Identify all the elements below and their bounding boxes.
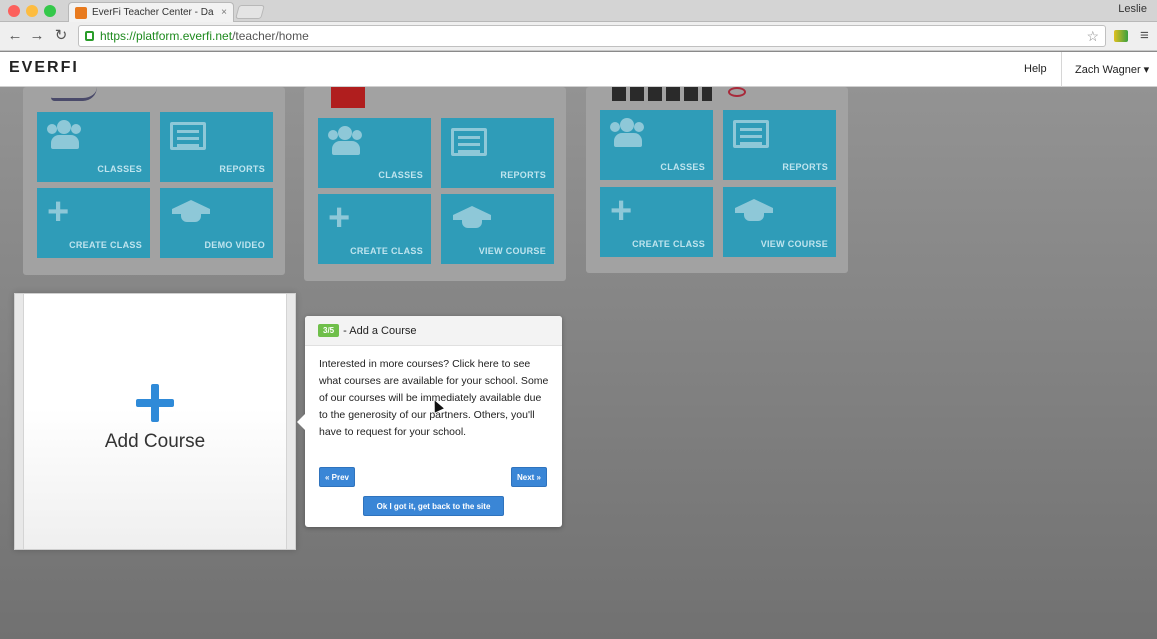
popover-header: 3/5 - Add a Course: [305, 316, 562, 346]
tile-label: CLASSES: [660, 162, 705, 172]
people-icon: [610, 118, 646, 148]
course-logo: [51, 87, 97, 101]
forward-arrow-icon[interactable]: →: [28, 27, 46, 45]
url-secure-part: https://platform.everfi.net: [100, 29, 233, 43]
help-link[interactable]: Help: [1024, 63, 1047, 75]
app-header: EVERFI Help Zach Wagner ▾: [0, 52, 1157, 87]
tile-view-course[interactable]: VIEW COURSE: [723, 187, 836, 257]
dismiss-tour-button[interactable]: Ok I got it, get back to the site: [363, 496, 504, 516]
tile-label: REPORTS: [219, 164, 265, 174]
header-divider: [1061, 52, 1062, 87]
minimize-window-icon[interactable]: [26, 5, 38, 17]
tour-popover: 3/5 - Add a Course Interested in more co…: [297, 316, 562, 527]
tile-label: CLASSES: [97, 164, 142, 174]
course-card: CLASSES REPORTS + CREATE CLASS VIEW COUR…: [586, 87, 848, 273]
report-icon: [170, 122, 206, 150]
add-plus-icon: [136, 384, 174, 422]
browser-tab-bar: EverFi Teacher Center - Da × Leslie: [0, 0, 1157, 22]
tab-title: EverFi Teacher Center - Da: [92, 7, 214, 18]
everfi-logo[interactable]: EVERFI: [9, 59, 79, 77]
tile-classes[interactable]: CLASSES: [37, 112, 150, 182]
tile-classes[interactable]: CLASSES: [600, 110, 713, 180]
tab-close-icon[interactable]: ×: [221, 7, 227, 18]
url-path-part: /teacher/home: [232, 29, 309, 43]
course-logo: [728, 87, 746, 97]
tile-label: VIEW COURSE: [760, 239, 828, 249]
popover-arrow: [297, 414, 305, 430]
lock-icon: [85, 31, 94, 41]
people-icon: [47, 120, 83, 150]
everfi-favicon-icon: [75, 6, 87, 19]
tile-reports[interactable]: REPORTS: [723, 110, 836, 180]
browser-toolbar: ← → ↻ https://platform.everfi.net /teach…: [0, 22, 1157, 51]
tile-label: CREATE CLASS: [69, 240, 142, 250]
browser-menu-icon[interactable]: ≡: [1140, 27, 1149, 44]
popover-title: - Add a Course: [343, 324, 417, 337]
tile-label: CREATE CLASS: [632, 239, 705, 249]
next-button[interactable]: Next »: [511, 467, 547, 487]
tile-create-class[interactable]: + CREATE CLASS: [318, 194, 431, 264]
tile-label: CREATE CLASS: [350, 246, 423, 256]
back-arrow-icon[interactable]: ←: [6, 27, 24, 45]
prev-button[interactable]: « Prev: [319, 467, 355, 487]
graduation-cap-icon: [453, 206, 491, 228]
tile-classes[interactable]: CLASSES: [318, 118, 431, 188]
main-content-overlay: CLASSES REPORTS + CREATE CLASS DEMO VIDE…: [0, 87, 1157, 639]
plus-icon: +: [328, 197, 351, 239]
add-course-card[interactable]: Add Course: [14, 293, 296, 550]
browser-profile[interactable]: Leslie: [1118, 3, 1147, 15]
tile-create-class[interactable]: + CREATE CLASS: [37, 188, 150, 258]
report-icon: [733, 120, 769, 148]
graduation-cap-icon: [735, 199, 773, 221]
course-card: CLASSES REPORTS + CREATE CLASS VIEW COUR…: [304, 87, 566, 281]
maximize-window-icon[interactable]: [44, 5, 56, 17]
tile-label: REPORTS: [500, 170, 546, 180]
people-icon: [328, 126, 364, 156]
add-course-label: Add Course: [104, 431, 206, 452]
tile-label: CLASSES: [378, 170, 423, 180]
popover-body: Interested in more courses? Click here t…: [319, 358, 549, 438]
tile-demo-video[interactable]: DEMO VIDEO: [160, 188, 273, 258]
step-badge: 3/5: [318, 324, 340, 337]
tile-label: REPORTS: [782, 162, 828, 172]
reload-icon[interactable]: ↻: [52, 27, 70, 45]
course-card: CLASSES REPORTS + CREATE CLASS DEMO VIDE…: [23, 87, 285, 275]
new-tab-button[interactable]: [235, 5, 265, 19]
browser-tab[interactable]: EverFi Teacher Center - Da ×: [68, 2, 234, 22]
bookmark-star-icon[interactable]: ☆: [1086, 28, 1099, 45]
close-window-icon[interactable]: [8, 5, 20, 17]
tile-create-class[interactable]: + CREATE CLASS: [600, 187, 713, 257]
course-logo: [612, 87, 712, 101]
user-menu[interactable]: Zach Wagner ▾: [1075, 63, 1149, 76]
tile-view-course[interactable]: VIEW COURSE: [441, 194, 554, 264]
tile-label: VIEW COURSE: [478, 246, 546, 256]
address-bar[interactable]: https://platform.everfi.net /teacher/hom…: [78, 25, 1106, 47]
tile-reports[interactable]: REPORTS: [441, 118, 554, 188]
plus-icon: +: [47, 191, 70, 233]
graduation-cap-icon: [172, 200, 210, 222]
extension-icon[interactable]: [1114, 30, 1128, 42]
tile-reports[interactable]: REPORTS: [160, 112, 273, 182]
course-logo: [331, 87, 365, 108]
report-icon: [451, 128, 487, 156]
plus-icon: +: [610, 190, 633, 232]
tile-label: DEMO VIDEO: [204, 240, 265, 250]
